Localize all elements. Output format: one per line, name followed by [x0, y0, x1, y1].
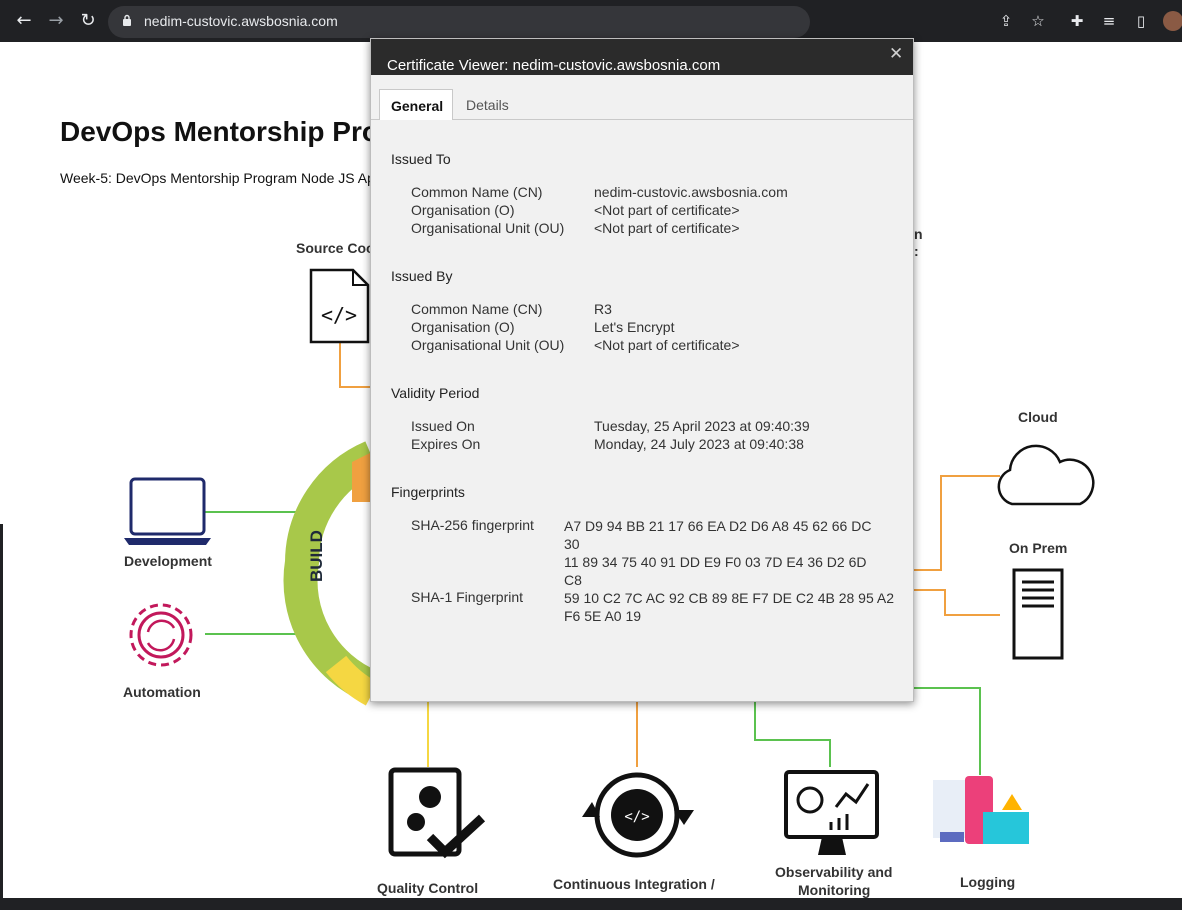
issued-on-label: Issued On	[411, 418, 475, 434]
fingerprints-heading: Fingerprints	[391, 484, 465, 500]
issued-to-o-value: <Not part of certificate>	[594, 202, 740, 218]
close-icon[interactable]: ✕	[889, 44, 903, 64]
expires-on-value: Monday, 24 July 2023 at 09:40:38	[594, 436, 804, 452]
label-development: Development	[124, 553, 212, 569]
browser-toolbar: ← → ↻ nedim-custovic.awsbosnia.com ⇪ ☆ ✚…	[0, 0, 1182, 42]
sha1-line: F6 5E A0 19	[564, 608, 642, 624]
label-build: BUILD	[307, 530, 326, 582]
source-code-icon: </>	[309, 268, 370, 344]
quality-control-icon	[388, 767, 486, 859]
validity-heading: Validity Period	[391, 385, 480, 401]
svg-text:</>: </>	[624, 809, 649, 825]
dialog-header: Certificate Viewer: nedim-custovic.awsbo…	[371, 39, 913, 75]
logging-icon	[933, 776, 1029, 844]
label-logging: Logging	[960, 874, 1016, 890]
label-automation: Automation	[123, 684, 201, 700]
tab-general[interactable]: General	[379, 89, 453, 120]
ci-gear-icon: </>	[582, 772, 694, 858]
url-text[interactable]: nedim-custovic.awsbosnia.com	[144, 13, 338, 29]
sha1-value: 59 10 C2 7C AC 92 CB 89 8E F7 DE C2 4B 2…	[564, 589, 904, 625]
issued-by-heading: Issued By	[391, 268, 453, 284]
laptop-icon	[124, 477, 211, 545]
back-icon[interactable]: ←	[13, 10, 35, 32]
issued-by-o-value: Let's Encrypt	[594, 319, 675, 335]
profile-avatar[interactable]	[1163, 11, 1182, 31]
forward-icon[interactable]: →	[45, 10, 67, 32]
sha256-line: 11 89 34 75 40 91 DD E9 F0 03 7D E4 36 D…	[564, 554, 867, 570]
share-icon[interactable]: ⇪	[996, 11, 1016, 31]
sha1-label: SHA-1 Fingerprint	[411, 589, 524, 605]
server-icon	[1012, 568, 1064, 660]
side-panel-icon[interactable]: ▯	[1131, 11, 1151, 31]
issued-to-cn-value: nedim-custovic.awsbosnia.com	[594, 184, 788, 200]
issued-to-ou-value: <Not part of certificate>	[594, 220, 740, 236]
label-on-prem: On Prem	[1009, 540, 1068, 556]
issued-by-ou-value: <Not part of certificate>	[594, 337, 740, 353]
tab-details[interactable]: Details	[466, 97, 509, 113]
issued-by-cn-label: Common Name (CN)	[411, 301, 543, 317]
svg-text:</>: </>	[321, 303, 357, 327]
media-queue-icon[interactable]: ≡	[1099, 11, 1119, 31]
label-cloud: Cloud	[1018, 409, 1058, 425]
extensions-icon[interactable]: ✚	[1067, 11, 1087, 31]
sha256-line: C8	[564, 572, 582, 588]
issued-by-ou-label: Organisational Unit (OU)	[411, 337, 565, 353]
address-bar[interactable]: nedim-custovic.awsbosnia.com	[108, 6, 810, 38]
issued-to-cn-label: Common Name (CN)	[411, 184, 543, 200]
sha1-line: 59 10 C2 7C AC 92 CB 89 8E F7 DE C2 4B 2…	[564, 590, 894, 606]
sha256-value: A7 D9 94 BB 21 17 66 EA D2 D6 A8 45 62 6…	[564, 517, 904, 589]
expires-on-label: Expires On	[411, 436, 481, 452]
label-source-code: Source Coo	[296, 240, 375, 256]
issued-to-o-label: Organisation (O)	[411, 202, 515, 218]
window-edge	[0, 524, 3, 898]
label-partial-right-1: n	[914, 226, 923, 242]
issued-by-o-label: Organisation (O)	[411, 319, 515, 335]
issued-to-heading: Issued To	[391, 151, 451, 167]
reload-icon[interactable]: ↻	[77, 10, 99, 32]
sha256-line: A7 D9 94 BB 21 17 66 EA D2 D6 A8 45 62 6…	[564, 518, 872, 534]
label-monitoring: Monitoring	[798, 882, 871, 898]
star-icon[interactable]: ☆	[1028, 11, 1048, 31]
label-partial-right-2: :	[914, 243, 919, 259]
issued-on-value: Tuesday, 25 April 2023 at 09:40:39	[594, 418, 810, 434]
lock-icon[interactable]	[122, 14, 132, 26]
sha256-line: 30	[564, 536, 580, 552]
cloud-icon	[997, 444, 1095, 506]
automation-gear-icon	[129, 603, 193, 667]
dialog-title: Certificate Viewer: nedim-custovic.awsbo…	[387, 57, 721, 74]
tab-general-label[interactable]: General	[391, 98, 443, 114]
sha256-label: SHA-256 fingerprint	[411, 517, 534, 533]
bottom-bar	[0, 898, 1182, 910]
certificate-viewer-dialog: Certificate Viewer: nedim-custovic.awsbo…	[370, 38, 914, 702]
label-ci: Continuous Integration /	[553, 876, 715, 892]
monitor-icon	[784, 770, 879, 855]
issued-by-cn-value: R3	[594, 301, 612, 317]
label-quality-control: Quality Control	[377, 880, 479, 896]
issued-to-ou-label: Organisational Unit (OU)	[411, 220, 565, 236]
label-observability: Observability and	[775, 864, 893, 880]
